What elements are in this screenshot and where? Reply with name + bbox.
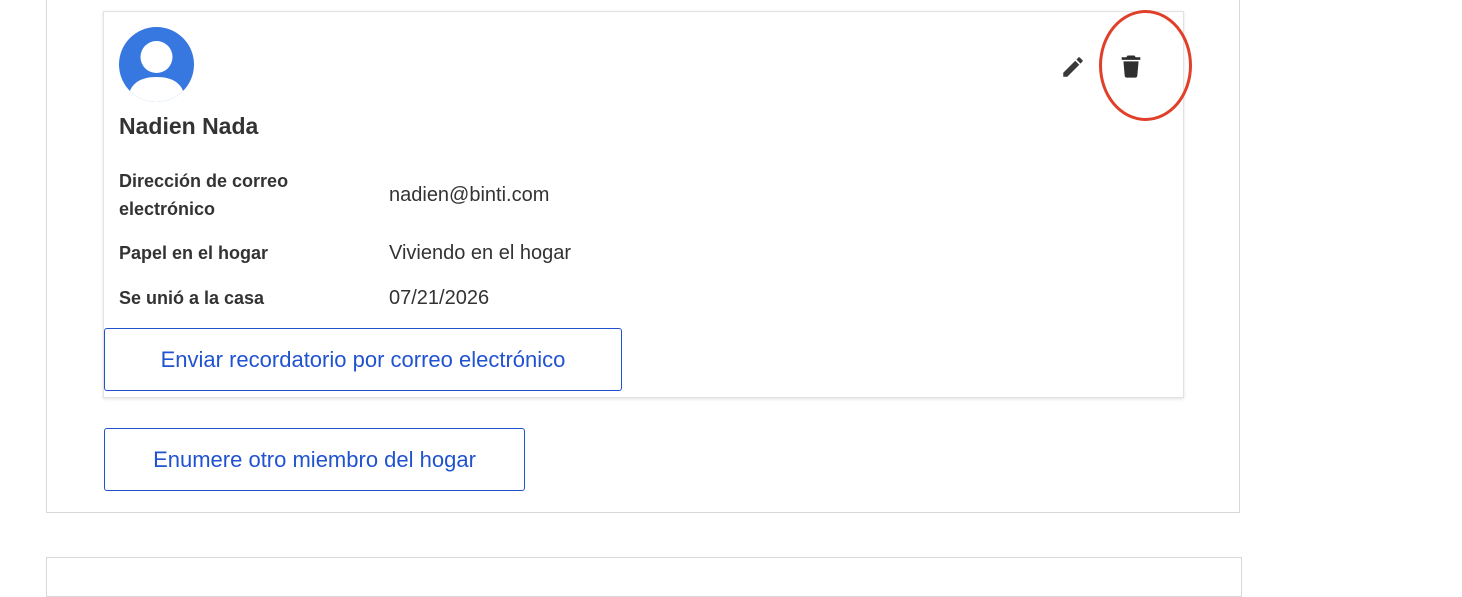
- user-silhouette-icon: [128, 41, 185, 102]
- joined-value: 07/21/2026: [389, 287, 490, 309]
- joined-label: Se unió a la casa: [119, 288, 265, 308]
- trash-icon: [1121, 55, 1141, 78]
- edit-button[interactable]: [1060, 54, 1086, 85]
- role-value: Viviendo en el hogar: [389, 242, 571, 264]
- next-section: [46, 557, 1242, 597]
- member-name: Nadien Nada: [119, 113, 259, 139]
- role-label: Papel en el hogar: [119, 243, 269, 263]
- pencil-icon: [1063, 57, 1083, 77]
- email-value: nadien@binti.com: [389, 184, 550, 206]
- send-reminder-button[interactable]: Enviar recordatorio por correo electróni…: [104, 328, 622, 391]
- email-label: Dirección de correo electrónico: [119, 171, 289, 219]
- avatar: [119, 27, 194, 102]
- delete-button[interactable]: [1117, 52, 1145, 85]
- add-household-member-button[interactable]: Enumere otro miembro del hogar: [104, 428, 525, 491]
